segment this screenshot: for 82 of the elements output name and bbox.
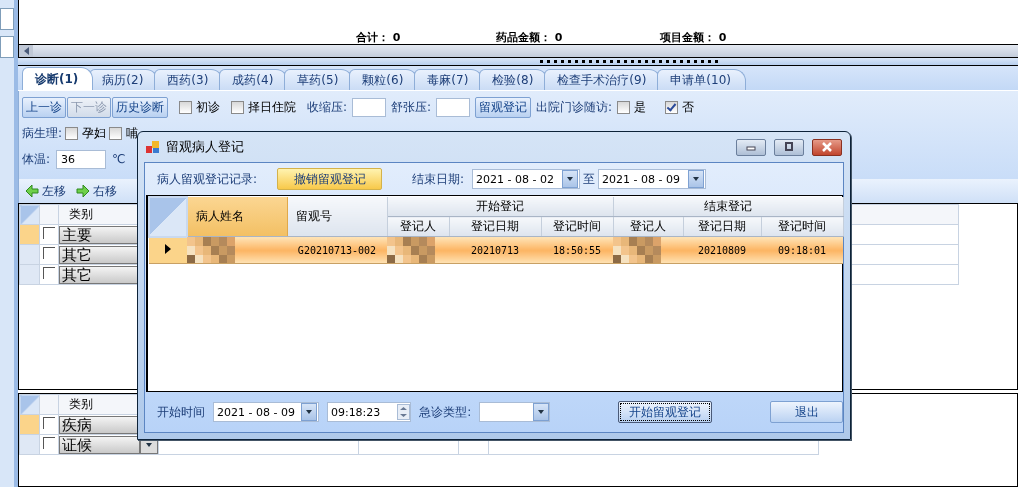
corner-cell[interactable] [19, 394, 40, 415]
start-observation-button[interactable]: 开始留观登记 [617, 401, 713, 423]
scroll-left-icon[interactable] [19, 45, 33, 57]
table-cell: 20210713 [449, 236, 541, 264]
table-cell: 20210809 [683, 236, 761, 264]
field-label: 收缩压: [307, 98, 348, 116]
tab[interactable]: 申请单(10) [657, 69, 746, 90]
side-field[interactable] [0, 36, 14, 58]
table-cell: 09:18:01 [761, 236, 844, 264]
category-combo[interactable]: 证候 [59, 435, 140, 454]
field-label: 急诊类型: [419, 403, 472, 421]
minimize-icon[interactable] [736, 138, 766, 156]
checkbox[interactable] [617, 100, 631, 114]
checkbox-label: 择日住院 [248, 98, 296, 116]
corner-cell[interactable] [19, 204, 40, 225]
field-label: 结束日期: [412, 170, 465, 188]
move-button[interactable]: 右移 [76, 182, 117, 200]
move-button[interactable]: 左移 [25, 182, 66, 200]
row-header[interactable] [149, 236, 187, 264]
date-picker[interactable]: 2021 - 08 - 02 [472, 169, 581, 189]
total-label: 项目金额： 0 [660, 31, 728, 44]
emergency-type-dropdown[interactable] [479, 402, 550, 422]
field-label: 开始时间 [157, 403, 205, 421]
checkbox[interactable] [109, 126, 123, 140]
corner-cell[interactable] [149, 197, 187, 237]
column-header[interactable]: 病人姓名 [187, 197, 287, 237]
checkbox[interactable] [43, 227, 55, 239]
arrow-icon [76, 184, 90, 198]
checkbox[interactable] [43, 417, 55, 429]
close-icon[interactable] [812, 138, 842, 156]
group-header: 结束登记 [613, 197, 844, 217]
field-label: 病人留观登记记录: [157, 170, 258, 188]
total-label: 药品金额： 0 [496, 31, 564, 44]
category-combo[interactable]: 主要 [59, 225, 140, 244]
checkbox-label: 是 [634, 98, 647, 116]
splitter-bar[interactable] [18, 58, 1018, 66]
range-label: 至 [583, 170, 596, 188]
grip-icon[interactable] [538, 58, 718, 64]
table-cell: G20210713-002 [287, 236, 387, 264]
field-label: 出院门诊随访: [536, 98, 613, 116]
arrow-icon [25, 184, 39, 198]
checkbox[interactable] [43, 247, 55, 259]
field-label: 体温: [22, 150, 51, 168]
input-field[interactable] [436, 97, 471, 117]
date-picker[interactable]: 2021 - 08 - 09 [213, 402, 319, 422]
checkbox[interactable] [179, 100, 192, 114]
checkbox[interactable] [43, 267, 55, 279]
horizontal-scrollbar[interactable] [18, 45, 1018, 58]
input-field[interactable]: 36 [56, 149, 107, 169]
table-cell: 18:50:55 [541, 236, 613, 264]
checkbox-label: 初诊 [196, 98, 220, 116]
maximize-icon[interactable] [774, 138, 804, 156]
observe-button[interactable]: 留观登记 [475, 96, 532, 118]
unit-label: ℃ [112, 152, 126, 166]
category-combo[interactable]: 其它 [59, 245, 140, 264]
group-header: 开始登记 [387, 197, 613, 217]
time-field[interactable]: 09:18:23 [326, 402, 412, 422]
category-combo[interactable]: 其它 [59, 265, 140, 284]
row-pointer-icon [165, 244, 171, 255]
input-field[interactable] [352, 97, 387, 117]
category-combo[interactable]: 疾病 [59, 415, 140, 434]
date-picker[interactable]: 2021 - 08 - 09 [598, 169, 707, 189]
checkbox[interactable] [43, 437, 55, 449]
column-header[interactable]: 留观号 [287, 197, 387, 237]
checkbox-label: 否 [682, 98, 695, 116]
checkbox-label: 哺 [126, 124, 139, 142]
cancel-observation-button[interactable]: 撤销留观登记 [277, 168, 383, 190]
side-combo[interactable] [0, 8, 14, 30]
spinner-icon[interactable] [397, 404, 411, 420]
exit-button[interactable]: 退出 [770, 401, 843, 423]
checkbox[interactable] [231, 100, 244, 114]
app-icon [146, 140, 160, 154]
field-label: 病生理: [22, 124, 63, 142]
checkbox[interactable] [665, 100, 679, 114]
window-title: 留观病人登记 [166, 138, 245, 156]
tab[interactable]: 诊断(1) [22, 67, 94, 90]
toolbar-button[interactable]: 上一诊 [22, 96, 66, 118]
toolbar-button[interactable]: 历史诊断 [112, 96, 168, 118]
checkbox-label: 孕妇 [82, 124, 107, 142]
total-label: 合计： 0 [356, 31, 402, 44]
checkbox[interactable] [65, 126, 79, 140]
field-label: 舒张压: [391, 98, 432, 116]
